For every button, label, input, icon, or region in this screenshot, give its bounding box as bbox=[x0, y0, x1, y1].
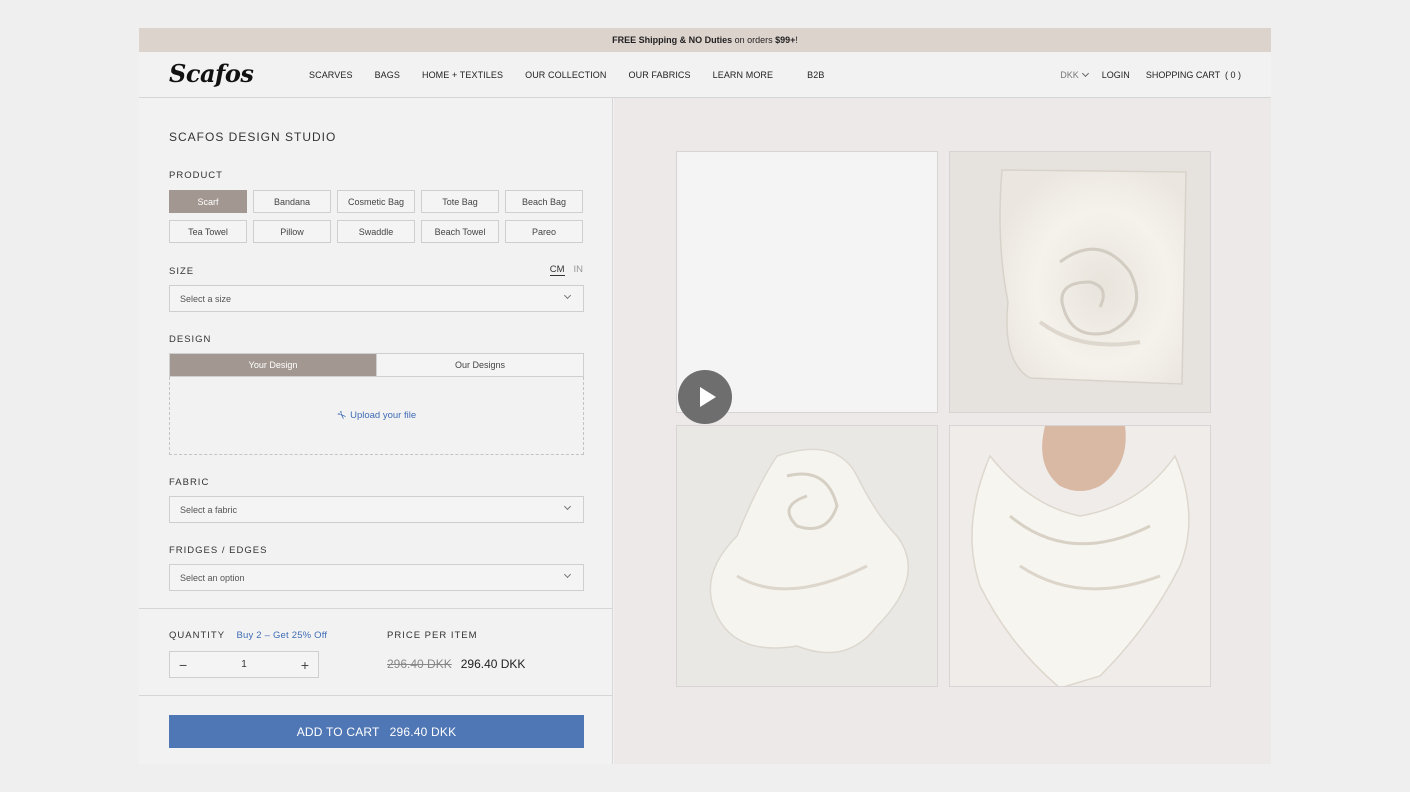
current-price: 296.40 DKK bbox=[460, 657, 526, 671]
product-option-pareo[interactable]: Pareo bbox=[505, 220, 583, 243]
quantity-promo: Buy 2 – Get 25% Off bbox=[236, 630, 328, 641]
nav-b2b[interactable]: B2B bbox=[807, 70, 824, 80]
site-header: Scafos SCARVES BAGS HOME + TEXTILES OUR … bbox=[139, 52, 1271, 98]
announcement-bar: FREE Shipping & NO Duties on orders $99+… bbox=[139, 28, 1271, 52]
add-to-cart-label: ADD TO CART bbox=[296, 724, 380, 739]
size-label: SIZE bbox=[169, 266, 195, 277]
chevron-down-icon bbox=[563, 570, 572, 579]
logo[interactable]: Scafos bbox=[169, 59, 254, 88]
tab-your-design[interactable]: Your Design bbox=[170, 354, 376, 376]
design-label: DESIGN bbox=[169, 334, 212, 345]
scarf-rolled-illustration bbox=[677, 426, 937, 686]
nav-learn-more[interactable]: LEARN MORE bbox=[713, 70, 774, 80]
price-label: PRICE PER ITEM bbox=[387, 630, 478, 641]
divider bbox=[139, 695, 613, 696]
nav-our-collection[interactable]: OUR COLLECTION bbox=[525, 70, 606, 80]
announcement-amount: $99+ bbox=[775, 35, 796, 45]
nav-bags[interactable]: BAGS bbox=[375, 70, 400, 80]
quantity-stepper: − 1 + bbox=[169, 651, 319, 678]
product-option-tea-towel[interactable]: Tea Towel bbox=[169, 220, 247, 243]
quantity-label-row: QUANTITY Buy 2 – Get 25% Off bbox=[169, 630, 327, 641]
preview-gallery bbox=[614, 98, 1271, 764]
product-option-beach-bag[interactable]: Beach Bag bbox=[505, 190, 583, 213]
product-option-cosmetic-bag[interactable]: Cosmetic Bag bbox=[337, 190, 415, 213]
fabric-label: FABRIC bbox=[169, 477, 210, 488]
plus-button[interactable]: + bbox=[301, 657, 309, 673]
announcement-end: ! bbox=[795, 35, 798, 45]
add-to-cart-button[interactable]: ADD TO CART 296.40 DKK bbox=[169, 715, 584, 748]
chevron-down-icon bbox=[563, 291, 572, 300]
login-link[interactable]: LOGIN bbox=[1102, 70, 1130, 80]
currency-selector[interactable]: DKK bbox=[1060, 69, 1089, 80]
quantity-value[interactable]: 1 bbox=[241, 659, 247, 670]
add-to-cart-total: 296.40 DKK bbox=[389, 724, 457, 739]
minus-button[interactable]: − bbox=[179, 657, 187, 673]
page-title: SCAFOS DESIGN STUDIO bbox=[169, 130, 337, 144]
play-icon bbox=[699, 387, 716, 407]
currency-label: DKK bbox=[1060, 70, 1079, 80]
edges-select[interactable]: Select an option bbox=[169, 564, 584, 591]
upload-dropzone[interactable]: ✂ Upload your file bbox=[169, 377, 584, 455]
product-option-bandana[interactable]: Bandana bbox=[253, 190, 331, 213]
divider bbox=[139, 608, 613, 609]
header-actions: DKK LOGIN SHOPPING CART ( 0 ) bbox=[1060, 52, 1241, 98]
quantity-label: QUANTITY bbox=[169, 630, 225, 641]
paperclip-icon: ✂ bbox=[333, 408, 349, 424]
nav-home-textiles[interactable]: HOME + TEXTILES bbox=[422, 70, 503, 80]
scarf-worn-illustration bbox=[950, 426, 1210, 686]
size-select[interactable]: Select a size bbox=[169, 285, 584, 312]
chevron-down-icon bbox=[563, 502, 572, 511]
design-tabs: Your Design Our Designs bbox=[169, 353, 584, 377]
unit-in[interactable]: IN bbox=[574, 264, 584, 276]
product-option-swaddle[interactable]: Swaddle bbox=[337, 220, 415, 243]
announcement-bold: FREE Shipping & NO Duties bbox=[612, 35, 733, 45]
tab-our-designs[interactable]: Our Designs bbox=[376, 354, 583, 376]
main-nav: SCARVES BAGS HOME + TEXTILES OUR COLLECT… bbox=[309, 52, 846, 98]
scarf-flat-illustration bbox=[950, 152, 1210, 412]
edges-select-value: Select an option bbox=[180, 572, 245, 583]
price-display: 296.40 DKK 296.40 DKK bbox=[387, 657, 525, 671]
announcement-text: on orders bbox=[732, 35, 776, 45]
product-option-scarf[interactable]: Scarf bbox=[169, 190, 247, 213]
design-studio-panel: SCAFOS DESIGN STUDIO PRODUCT Scarf Banda… bbox=[139, 98, 613, 764]
original-price: 296.40 DKK bbox=[387, 657, 452, 671]
size-select-value: Select a size bbox=[180, 293, 232, 304]
fabric-select-value: Select a fabric bbox=[180, 504, 238, 515]
nav-our-fabrics[interactable]: OUR FABRICS bbox=[629, 70, 691, 80]
play-video-button[interactable] bbox=[678, 370, 732, 424]
edges-label: FRIDGES / EDGES bbox=[169, 545, 268, 556]
product-options: Scarf Bandana Cosmetic Bag Tote Bag Beac… bbox=[169, 190, 583, 243]
shopping-cart-link[interactable]: SHOPPING CART ( 0 ) bbox=[1146, 70, 1241, 80]
nav-scarves[interactable]: SCARVES bbox=[309, 70, 353, 80]
product-option-tote-bag[interactable]: Tote Bag bbox=[421, 190, 499, 213]
scarf-flat-image[interactable] bbox=[949, 151, 1211, 413]
upload-link[interactable]: Upload your file bbox=[350, 410, 416, 421]
product-option-beach-towel[interactable]: Beach Towel bbox=[421, 220, 499, 243]
unit-toggle: CM IN bbox=[549, 264, 584, 276]
product-option-pillow[interactable]: Pillow bbox=[253, 220, 331, 243]
unit-cm[interactable]: CM bbox=[549, 264, 565, 276]
scarf-rolled-image[interactable] bbox=[676, 425, 938, 687]
product-label: PRODUCT bbox=[169, 170, 223, 181]
chevron-down-icon bbox=[1081, 69, 1089, 78]
page-frame: FREE Shipping & NO Duties on orders $99+… bbox=[139, 28, 1271, 764]
fabric-select[interactable]: Select a fabric bbox=[169, 496, 584, 523]
scarf-worn-image[interactable] bbox=[949, 425, 1211, 687]
